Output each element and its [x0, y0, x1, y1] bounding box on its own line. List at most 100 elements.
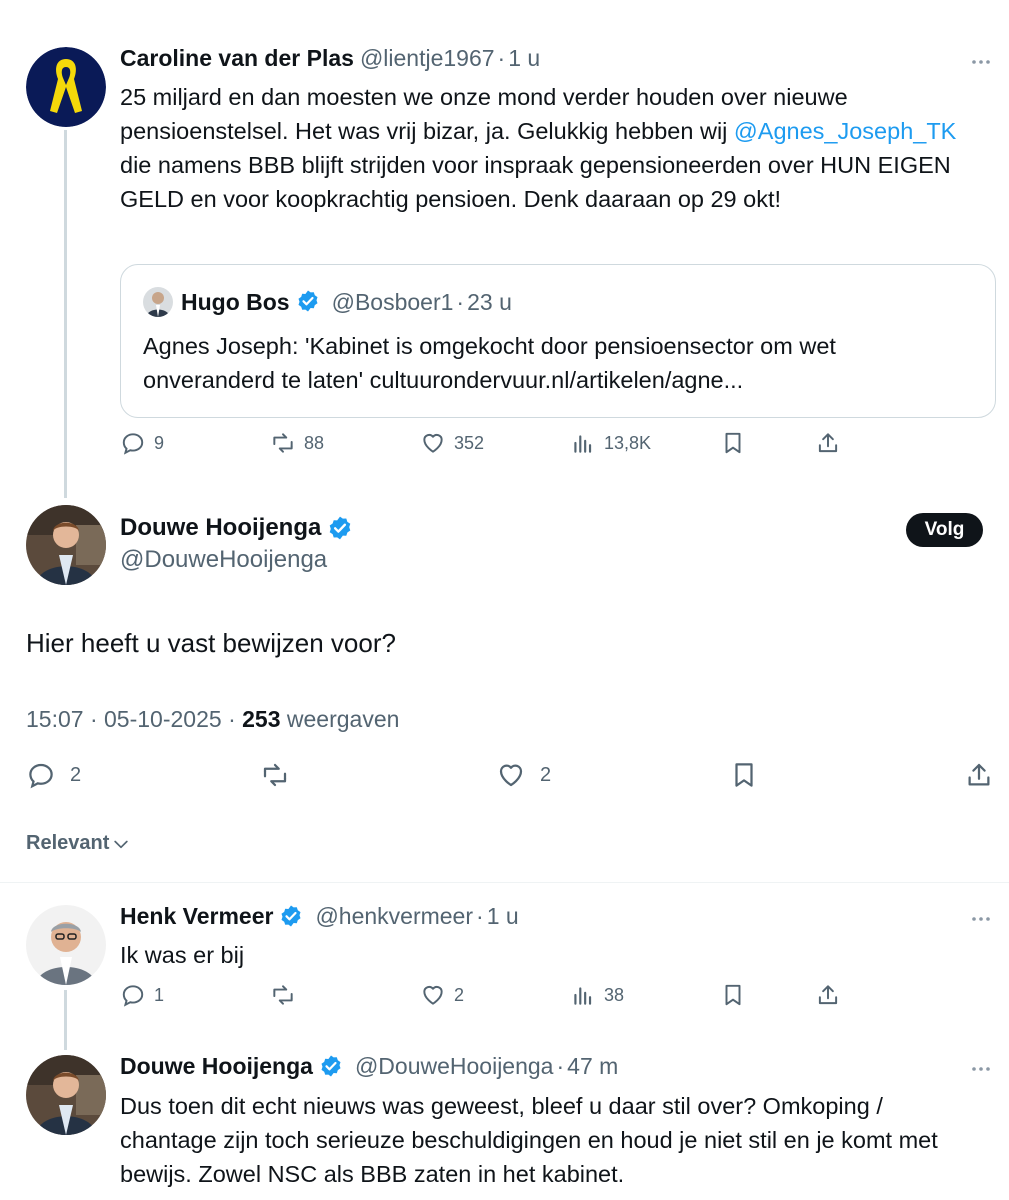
views-count: 13,8K	[604, 432, 652, 453]
avatar-henk[interactable]	[26, 905, 106, 985]
repost-count: 88	[304, 432, 325, 453]
views-button[interactable]: 13,8K	[570, 430, 651, 456]
display-name[interactable]: Henk Vermeer	[120, 903, 273, 930]
separator-dot: ·	[497, 45, 506, 71]
share-icon	[968, 763, 990, 786]
avatar-douwe[interactable]	[26, 505, 106, 585]
quote-avatar	[143, 287, 173, 317]
tweet-text-part: die namens BBB blijft strijden voor insp…	[120, 152, 951, 212]
heart-icon	[423, 433, 443, 453]
display-name[interactable]: Douwe Hooijenga	[120, 514, 321, 542]
share-button[interactable]	[815, 430, 841, 456]
verified-badge-icon	[319, 1054, 345, 1080]
tweet-meta: 15:07 · 05-10-2025 · 253 weergaven	[26, 706, 399, 733]
share-icon	[818, 985, 838, 1005]
repost-icon	[263, 763, 287, 787]
tweet-header: Henk Vermeer @henkvermeer · 1 u	[120, 903, 519, 930]
quote-tweet-card[interactable]: Hugo Bos @Bosboer1 · 23 u Agnes Joseph: …	[120, 264, 996, 418]
repost-icon	[273, 985, 293, 1005]
reply-icon	[122, 433, 144, 455]
bookmark-icon	[725, 984, 741, 1006]
display-name[interactable]: Douwe Hooijenga	[120, 1053, 313, 1080]
like-count: 2	[540, 763, 552, 786]
like-button[interactable]: 2	[420, 982, 464, 1008]
post-date[interactable]: 05-10-2025	[104, 706, 222, 732]
share-icon	[818, 433, 838, 453]
bookmark-button[interactable]	[720, 982, 746, 1008]
repost-button[interactable]: 88	[270, 430, 324, 456]
timestamp[interactable]: 1 u	[508, 45, 540, 72]
separator-dot: ·	[456, 288, 465, 315]
quote-handle: @Bosboer1	[331, 288, 454, 315]
views-button[interactable]: 38	[570, 982, 624, 1008]
tweet-header: Douwe Hooijenga @DouweHooijenga · 47 m	[120, 1053, 618, 1080]
share-button[interactable]	[964, 760, 994, 790]
post-time[interactable]: 15:07	[26, 706, 84, 732]
avatar-douwe[interactable]	[26, 1055, 106, 1135]
handle[interactable]: @DouweHooijenga	[120, 546, 327, 574]
repost-button[interactable]	[260, 760, 290, 790]
heart-icon	[423, 985, 443, 1005]
chevron-down-icon	[114, 840, 129, 848]
more-options-icon[interactable]	[969, 907, 993, 931]
main-author: Douwe Hooijenga	[120, 514, 357, 542]
avatar-caroline[interactable]	[26, 47, 106, 127]
reply-count: 1	[154, 984, 165, 1005]
timestamp[interactable]: 1 u	[487, 903, 519, 930]
views-count: 38	[604, 984, 625, 1005]
reply-count: 2	[70, 763, 82, 786]
tweet-text: Hier heeft u vast bewijzen voor?	[26, 628, 396, 658]
handle[interactable]: @henkvermeer	[315, 903, 473, 930]
sort-replies-dropdown[interactable]: Relevant	[26, 832, 131, 855]
repost-icon	[273, 433, 293, 453]
reply-button[interactable]: 9	[120, 430, 164, 456]
quote-timestamp: 23 u	[467, 288, 512, 315]
quote-header: Hugo Bos @Bosboer1 · 23 u	[143, 287, 512, 317]
bookmark-button[interactable]	[729, 760, 759, 790]
thread-line	[64, 130, 67, 498]
quote-text: Agnes Joseph: 'Kabinet is omgekocht door…	[143, 333, 836, 393]
views-icon	[574, 987, 592, 1005]
tweet-text: Ik was er bij	[120, 942, 245, 968]
sort-label: Relevant	[26, 832, 110, 854]
timestamp[interactable]: 47 m	[567, 1053, 618, 1080]
like-count: 352	[454, 432, 485, 453]
reply-icon	[122, 985, 144, 1007]
separator-dot: ·	[476, 903, 484, 929]
tweet-text: Dus toen dit echt nieuws was geweest, bl…	[120, 1093, 938, 1187]
verified-badge-icon	[296, 289, 322, 315]
bookmark-icon	[725, 432, 741, 454]
action-bar: 1 2 38	[120, 982, 860, 1016]
views-icon	[574, 435, 592, 453]
reply-icon	[29, 763, 53, 789]
handle[interactable]: @lientje1967	[360, 45, 495, 72]
bookmark-button[interactable]	[720, 430, 746, 456]
like-count: 2	[454, 984, 465, 1005]
verified-badge-icon	[279, 904, 305, 930]
main-action-bar: 2 2	[26, 760, 996, 794]
divider	[0, 882, 1009, 883]
action-bar: 9 88 352 13,8K	[120, 430, 860, 464]
reply-button[interactable]: 1	[120, 982, 164, 1008]
mention-link[interactable]: @Agnes_Joseph_TK	[734, 118, 956, 144]
views-count: 253	[242, 706, 281, 732]
display-name[interactable]: Caroline van der Plas	[120, 45, 354, 72]
views-label: weergaven	[286, 706, 400, 732]
heart-icon	[499, 764, 523, 787]
handle[interactable]: @DouweHooijenga	[355, 1053, 554, 1080]
tweet-text: 25 miljard en dan moesten we onze mond v…	[120, 80, 980, 216]
follow-button[interactable]: Volg	[906, 513, 983, 547]
verified-badge-icon	[327, 515, 353, 541]
separator-dot: ·	[556, 1053, 565, 1079]
separator-dot: ·	[89, 706, 105, 732]
repost-button[interactable]	[270, 982, 296, 1008]
reply-button[interactable]: 2	[26, 760, 81, 790]
like-button[interactable]: 2	[496, 760, 551, 790]
tweet-header: Caroline van der Plas @lientje1967 · 1 u	[120, 45, 540, 72]
quote-display-name: Hugo Bos	[181, 288, 290, 315]
like-button[interactable]: 352	[420, 430, 484, 456]
more-options-icon[interactable]	[969, 50, 993, 74]
share-button[interactable]	[815, 982, 841, 1008]
more-options-icon[interactable]	[969, 1057, 993, 1081]
thread-line	[64, 990, 67, 1050]
